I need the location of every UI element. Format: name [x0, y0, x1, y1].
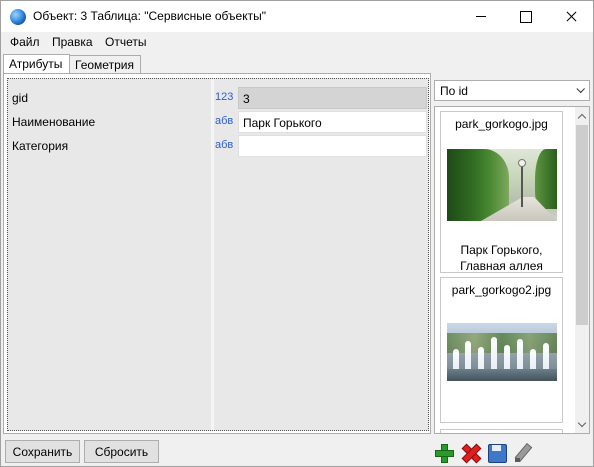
- tab-attributes[interactable]: Атрибуты: [3, 54, 70, 74]
- gallery-item[interactable]: park_gorkogo.jpg Парк Горького, Главная …: [440, 111, 563, 273]
- maximize-button[interactable]: [503, 1, 548, 32]
- scroll-thumb[interactable]: [576, 125, 588, 325]
- save-button[interactable]: Сохранить: [5, 440, 80, 463]
- attribute-row-category: Категория абв: [8, 135, 428, 157]
- reset-button[interactable]: Сбросить: [84, 440, 159, 463]
- numeric-type-icon: 123: [215, 91, 234, 103]
- gallery-item-filename: park_gorkogo.jpg: [455, 117, 548, 131]
- pencil-icon[interactable]: [512, 442, 533, 463]
- object-window: Объект: 3 Таблица: "Сервисные объекты" Ф…: [0, 0, 594, 467]
- menu-reports[interactable]: Отчеты: [105, 35, 146, 49]
- delete-icon[interactable]: [460, 442, 481, 463]
- fountain-photo: [447, 323, 557, 381]
- attributes-panel: gid 123 3 Наименование абв Парк Горького…: [3, 73, 431, 434]
- scroll-down-arrow-icon[interactable]: [575, 417, 589, 431]
- tab-geometry[interactable]: Геометрия: [70, 55, 141, 74]
- gallery-item[interactable]: [440, 429, 563, 433]
- gid-field[interactable]: 3: [238, 87, 427, 109]
- close-button[interactable]: [548, 1, 593, 32]
- gallery-item-caption: Парк Горького, Главная аллея: [441, 242, 562, 274]
- caption-line: Парк Горького,: [460, 243, 543, 257]
- sort-select-value: По id: [440, 84, 468, 98]
- attribute-row-gid: gid 123 3: [8, 87, 428, 109]
- gallery-item[interactable]: park_gorkogo2.jpg: [440, 277, 563, 423]
- window-title: Объект: 3 Таблица: "Сервисные объекты": [33, 9, 266, 23]
- plus-icon[interactable]: [433, 442, 454, 463]
- menu-file[interactable]: Файл: [10, 35, 40, 49]
- gallery-scrollbar[interactable]: [575, 107, 589, 433]
- text-type-icon: абв: [215, 139, 234, 151]
- menu-bar: Файл Правка Отчеты: [1, 32, 593, 52]
- attribute-grid: gid 123 3 Наименование абв Парк Горького…: [7, 78, 429, 431]
- floppy-icon[interactable]: [486, 442, 507, 463]
- gallery-item-filename: park_gorkogo2.jpg: [451, 283, 552, 297]
- caption-line: Главная аллея: [460, 259, 543, 273]
- minimize-button[interactable]: [458, 1, 503, 32]
- attribute-name: gid: [12, 91, 29, 105]
- title-bar[interactable]: Объект: 3 Таблица: "Сервисные объекты": [1, 1, 593, 32]
- category-field[interactable]: [238, 135, 427, 157]
- attribute-name: Наименование: [12, 115, 96, 129]
- attribute-name: Категория: [12, 139, 69, 153]
- menu-edit[interactable]: Правка: [52, 35, 93, 49]
- scroll-up-arrow-icon[interactable]: [575, 109, 589, 123]
- text-type-icon: абв: [215, 115, 234, 127]
- globe-icon: [10, 9, 26, 25]
- sort-select[interactable]: По id: [434, 80, 590, 101]
- chevron-down-icon: [577, 88, 584, 93]
- attribute-row-name: Наименование абв Парк Горького: [8, 111, 428, 133]
- park-photo: [447, 149, 557, 221]
- name-field[interactable]: Парк Горького: [238, 111, 427, 133]
- image-gallery: park_gorkogo.jpg Парк Горького, Главная …: [434, 106, 590, 434]
